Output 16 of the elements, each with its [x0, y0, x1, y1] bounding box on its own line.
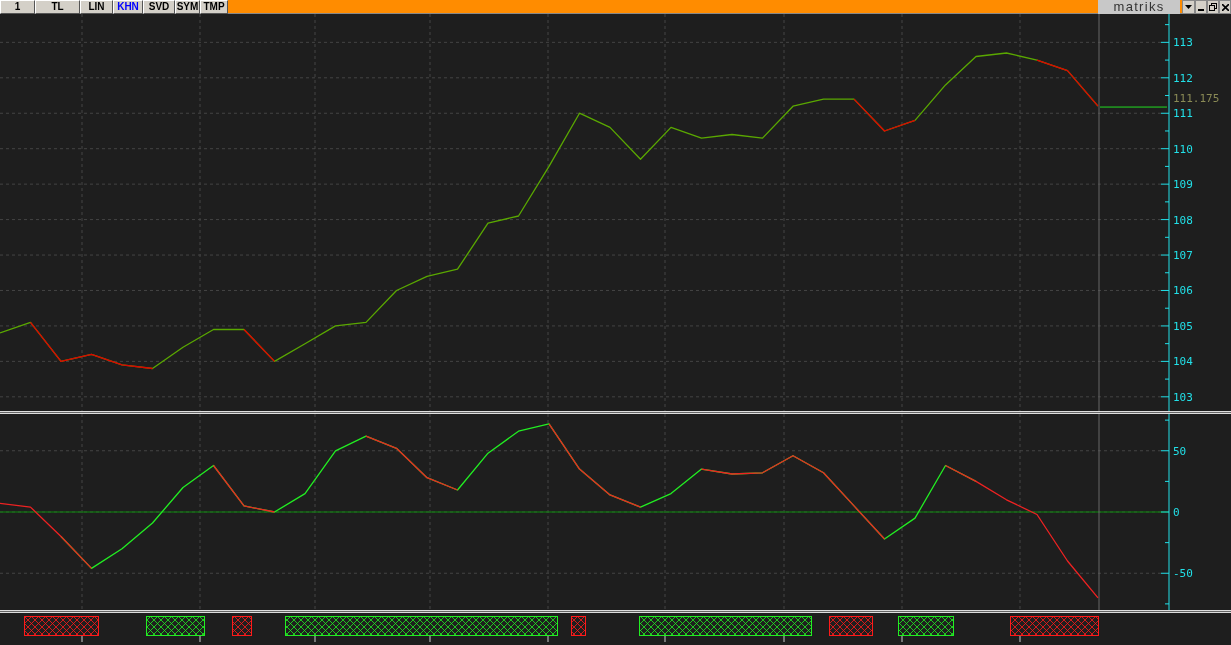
- axis-tick-label: 107: [1173, 249, 1193, 263]
- axis-tick-label: 104: [1173, 355, 1193, 369]
- axis-tick-label: 105: [1173, 319, 1193, 333]
- axis-tick-label: 111: [1173, 107, 1193, 121]
- axis-tick-label: 110: [1173, 142, 1193, 156]
- axis-tick-label: -50: [1173, 567, 1193, 581]
- axis-tick-label: 112: [1173, 71, 1193, 85]
- axis-tick-label: 109: [1173, 178, 1193, 192]
- axis-tick-label: 0: [1173, 506, 1180, 519]
- axis-tick-label: 103: [1173, 390, 1193, 404]
- logo: matriks: [1098, 0, 1180, 14]
- axis-tick-label: 106: [1173, 284, 1193, 298]
- axis-tick-label: 50: [1173, 444, 1187, 458]
- axis-tick-label: 113: [1173, 36, 1193, 50]
- last-price-label: 111.175: [1173, 92, 1220, 106]
- axis-tick-label: 108: [1173, 213, 1193, 227]
